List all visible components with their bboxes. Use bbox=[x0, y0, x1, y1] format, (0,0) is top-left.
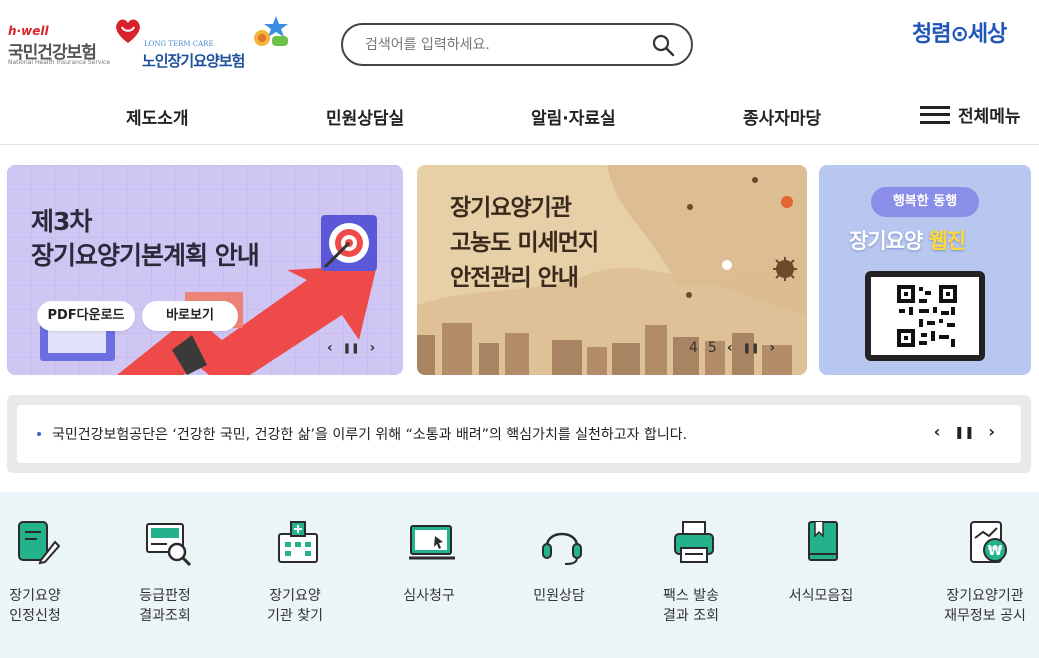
qr-code-icon[interactable] bbox=[871, 277, 979, 355]
banner-webzine-title-highlight: 웹진 bbox=[928, 229, 967, 253]
banner-webzine[interactable]: 행복한 동행 장기요양 웹진 bbox=[819, 165, 1031, 375]
main-nav: 제도소개 민원상담실 알림·자료실 종사자마당 전체메뉴 bbox=[0, 90, 1039, 145]
application-form-icon bbox=[18, 521, 61, 565]
notice-bar: 국민건강보험공단은 ‘건강한 국민, 건강한 삶’을 이루기 위해 “소통과 배… bbox=[7, 395, 1031, 473]
banner1-next-button[interactable]: › bbox=[370, 340, 376, 356]
banner-fine-dust-title: 장기요양기관 고농도 미세먼지 안전관리 안내 bbox=[450, 191, 599, 296]
quick-menu-item[interactable]: 팩스 발송 결과 조회 bbox=[626, 492, 756, 658]
banner1-prev-button[interactable]: ‹ bbox=[327, 340, 333, 356]
quick-menu-label: 장기요양 기관 찾기 bbox=[267, 588, 323, 624]
quick-menu-label: 심사청구 bbox=[403, 588, 455, 604]
star-snail-icon bbox=[254, 16, 288, 46]
tablet-graphic bbox=[865, 271, 985, 361]
site-header: h·well 국민건강보험 National Health Insurance … bbox=[0, 0, 1039, 90]
all-menu-button[interactable]: 전체메뉴 bbox=[920, 102, 1021, 127]
nav-item-notice[interactable]: 알림·자료실 bbox=[531, 104, 616, 129]
notice-controls: ‹ ❚❚ › bbox=[934, 422, 995, 442]
banner2-next-button[interactable]: › bbox=[769, 340, 775, 356]
forms-book-icon bbox=[808, 521, 838, 561]
clean-world-logo[interactable]: 청렴⊙세상 bbox=[912, 16, 1032, 56]
ltc-logo-name: 노인장기요양보험 bbox=[142, 52, 245, 70]
banner1-controls: ‹ ❚❚ › bbox=[327, 340, 375, 356]
quick-menu-item[interactable]: ₩ 장기요양기관 재무정보 공시 bbox=[920, 492, 1039, 658]
notice-next-button[interactable]: › bbox=[988, 422, 995, 442]
banner-fine-dust-title-line3: 안전관리 안내 bbox=[450, 265, 579, 291]
quick-menu-label: 서식모음집 bbox=[788, 588, 854, 604]
nhis-logo-eng: National Health Insurance Service bbox=[8, 59, 111, 66]
qr-screen bbox=[871, 277, 979, 355]
nav-item-workers[interactable]: 종사자마당 bbox=[743, 104, 821, 129]
nav-item-consult[interactable]: 민원상담실 bbox=[326, 104, 404, 129]
quick-menu-label: 장기요양 인정신청 bbox=[9, 588, 61, 624]
bullet-icon bbox=[37, 432, 41, 436]
search-box bbox=[341, 23, 693, 66]
notice-prev-button[interactable]: ‹ bbox=[934, 422, 941, 442]
facility-search-icon bbox=[278, 521, 318, 563]
ltc-logo-eng: LONG TERM CARE bbox=[144, 40, 214, 48]
headset-icon bbox=[542, 532, 582, 565]
banner-basic-plan-title-line1: 제3차 bbox=[31, 207, 92, 236]
quick-menu-item[interactable]: 민원상담 bbox=[494, 492, 624, 658]
banner2-controls: 4 5 ‹ ❚❚ › bbox=[689, 340, 775, 356]
quick-menu-label: 팩스 발송 결과 조회 bbox=[663, 588, 719, 624]
nhis-logo-hwell: h·well bbox=[8, 24, 49, 38]
quick-menu: 장기요양 인정신청 등급판정 결과조회 장기요양 기관 찾기 심사청구 민원상담 팩스 발… bbox=[0, 492, 1039, 658]
banner-fine-dust-title-line2: 고농도 미세먼지 bbox=[450, 230, 599, 256]
grade-search-icon bbox=[146, 523, 191, 566]
fax-icon bbox=[674, 521, 714, 563]
banner2-page-next: 5 bbox=[707, 340, 717, 356]
banner-webzine-title-main: 장기요양 bbox=[849, 229, 923, 253]
quick-menu-label: 장기요양기관 재무정보 공시 bbox=[944, 588, 1026, 624]
quick-menu-item[interactable]: 장기요양 기관 찾기 bbox=[230, 492, 360, 658]
webzine-chip: 행복한 동행 bbox=[871, 187, 979, 217]
hamburger-icon bbox=[920, 105, 950, 124]
banner2-page-current: 4 bbox=[689, 340, 698, 356]
banner2-pause-button[interactable]: ❚❚ bbox=[743, 343, 760, 354]
banner-basic-plan-title: 제3차 장기요양기본계획 안내 bbox=[31, 205, 260, 273]
banner-fine-dust-title-line1: 장기요양기관 bbox=[450, 195, 572, 221]
svg-text:₩: ₩ bbox=[988, 544, 1003, 559]
quick-menu-item[interactable]: 서식모음집 bbox=[756, 492, 886, 658]
nav-item-intro[interactable]: 제도소개 bbox=[126, 104, 189, 129]
quick-menu-label: 민원상담 bbox=[533, 588, 585, 604]
pdf-download-button[interactable]: PDF다운로드 bbox=[37, 301, 135, 331]
banner-basic-plan-title-line2: 장기요양기본계획 안내 bbox=[31, 241, 260, 270]
ltc-logo[interactable]: LONG TERM CARE 노인장기요양보험 bbox=[142, 14, 292, 70]
quick-menu-label: 등급판정 결과조회 bbox=[139, 588, 191, 624]
notice-pause-button[interactable]: ❚❚ bbox=[954, 422, 974, 442]
all-menu-label: 전체메뉴 bbox=[958, 107, 1021, 127]
nhis-logo[interactable]: h·well 국민건강보험 National Health Insurance … bbox=[8, 14, 140, 70]
view-now-button[interactable]: 바로보기 bbox=[142, 301, 238, 331]
search-input[interactable] bbox=[365, 35, 645, 55]
banner2-prev-button[interactable]: ‹ bbox=[727, 340, 733, 356]
quick-menu-item[interactable]: 등급판정 결과조회 bbox=[100, 492, 230, 658]
quick-menu-item[interactable]: 심사청구 bbox=[364, 492, 494, 658]
quick-menu-item[interactable]: 장기요양 인정신청 bbox=[0, 492, 100, 658]
finance-report-icon: ₩ bbox=[970, 521, 1007, 563]
clean-world-logo-text: 청렴⊙세상 bbox=[912, 22, 1007, 47]
banner-fine-dust[interactable]: 장기요양기관 고농도 미세먼지 안전관리 안내 4 5 ‹ ❚❚ › bbox=[417, 165, 807, 375]
banner-webzine-title: 장기요양 웹진 bbox=[849, 225, 967, 255]
banner-basic-plan[interactable]: 제3차 장기요양기본계획 안내 PDF다운로드 바로보기 ‹ ❚❚ › bbox=[7, 165, 403, 375]
notice-inner: 국민건강보험공단은 ‘건강한 국민, 건강한 삶’을 이루기 위해 “소통과 배… bbox=[17, 405, 1021, 463]
banner1-pause-button[interactable]: ❚❚ bbox=[343, 343, 360, 354]
heart-icon bbox=[116, 19, 140, 43]
claim-review-icon bbox=[409, 525, 455, 560]
search-icon[interactable] bbox=[651, 33, 675, 57]
notice-text[interactable]: 국민건강보험공단은 ‘건강한 국민, 건강한 삶’을 이루기 위해 “소통과 배… bbox=[52, 424, 687, 444]
